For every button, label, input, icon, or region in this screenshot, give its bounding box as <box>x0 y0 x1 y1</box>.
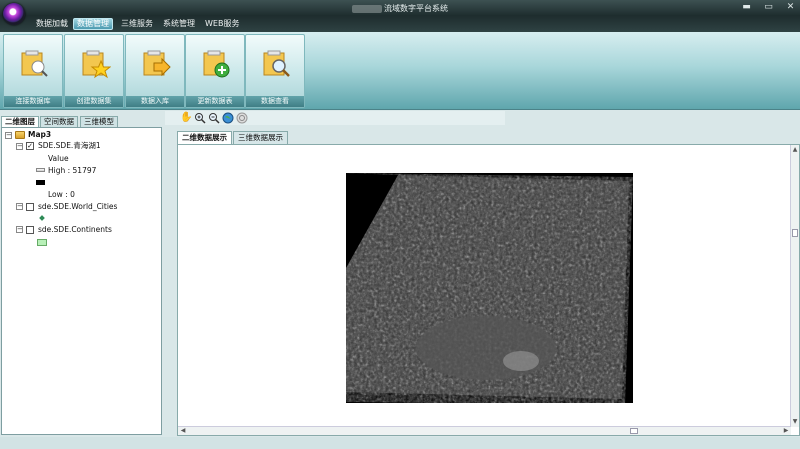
menu-3d-service[interactable]: 三维服务 <box>118 18 156 30</box>
layer-checkbox[interactable]: ✓ <box>26 142 34 150</box>
window-title-area: 流域数字平台系统 <box>0 3 800 14</box>
tab-3d-display[interactable]: 三维数据展示 <box>233 131 288 144</box>
ribbon: 连接数据库 创建数据集 数据入库 更新数据表 数据查看 <box>0 32 800 110</box>
map-node[interactable]: Map3 <box>28 129 51 140</box>
continent-polygon-symbol <box>37 239 47 246</box>
data-import-button[interactable]: 数据入库 <box>125 34 185 108</box>
database-connect-icon <box>21 50 48 77</box>
legend-value-label: Value <box>48 154 69 163</box>
expand-layer-toggle[interactable]: − <box>16 226 23 233</box>
menu-data-manage[interactable]: 数据管理 <box>73 18 113 30</box>
vertical-scroll-thumb[interactable] <box>792 229 798 237</box>
scroll-up-arrow[interactable]: ▲ <box>791 146 799 154</box>
update-table-label: 更新数据表 <box>186 96 244 107</box>
layer-checkbox[interactable] <box>26 226 34 234</box>
status-bar <box>0 437 800 449</box>
tab-3d-models[interactable]: 三维模型 <box>80 116 118 127</box>
menu-web-service[interactable]: WEB服务 <box>202 18 242 30</box>
layer-tabs: 二维图层 空间数据 三维模型 <box>0 116 162 127</box>
scroll-right-arrow[interactable]: ▶ <box>782 427 790 435</box>
update-table-button[interactable]: 更新数据表 <box>185 34 245 108</box>
layer-world-cities[interactable]: sde.SDE.World_Cities <box>38 201 117 212</box>
view-tabs: 二维数据展示 三维数据展示 <box>177 131 577 144</box>
menu-bar: 数据加载 数据管理 三维服务 系统管理 WEB服务 <box>0 16 800 32</box>
refresh-icon[interactable] <box>236 112 248 124</box>
scroll-down-arrow[interactable]: ▼ <box>791 418 799 426</box>
legend-high-swatch <box>36 168 45 172</box>
window-title: 流域数字平台系统 <box>384 4 448 13</box>
app-orb-icon[interactable] <box>3 3 25 25</box>
table-update-icon <box>203 50 230 78</box>
zoom-in-icon[interactable] <box>194 112 206 124</box>
title-bar: 流域数字平台系统 ▬ ▭ ✕ <box>0 0 800 16</box>
data-view-button[interactable]: 数据查看 <box>245 34 305 108</box>
vertical-scrollbar[interactable]: ▲ ▼ <box>790 145 799 427</box>
layer-checkbox[interactable] <box>26 203 34 211</box>
legend-low-label: Low : 0 <box>48 190 75 199</box>
minimize-button[interactable]: ▬ <box>740 2 753 12</box>
layer-continents[interactable]: sde.SDE.Continents <box>38 224 112 235</box>
data-import-label: 数据入库 <box>126 96 184 107</box>
horizontal-scroll-thumb[interactable] <box>630 428 638 434</box>
folder-icon <box>15 131 25 139</box>
data-view-icon <box>263 50 290 77</box>
restore-button[interactable]: ▭ <box>762 2 775 12</box>
expand-layer-toggle[interactable]: − <box>16 143 23 150</box>
expand-map-toggle[interactable]: − <box>5 132 12 139</box>
data-import-icon <box>143 50 171 77</box>
legend-high-label: High : 51797 <box>48 166 97 175</box>
connect-database-label: 连接数据库 <box>4 96 62 107</box>
menu-system-manage[interactable]: 系统管理 <box>160 18 198 30</box>
dataset-create-icon <box>82 50 111 79</box>
raster-image <box>346 173 633 403</box>
tab-2d-layers[interactable]: 二维图层 <box>1 116 39 127</box>
expand-layer-toggle[interactable]: − <box>16 203 23 210</box>
tab-2d-display[interactable]: 二维数据展示 <box>177 131 232 144</box>
horizontal-scrollbar[interactable]: ◀ ▶ <box>178 426 791 435</box>
map-toolbar: ✋ <box>165 111 505 125</box>
pan-hand-icon[interactable]: ✋ <box>180 112 192 124</box>
create-dataset-label: 创建数据集 <box>65 96 123 107</box>
legend-low-swatch <box>36 180 45 185</box>
globe-full-extent-icon[interactable] <box>222 112 234 124</box>
zoom-out-icon[interactable] <box>208 112 220 124</box>
layer-tree-panel: − Map3 − ✓ SDE.SDE.青海湖1 Value High : 517… <box>1 127 162 435</box>
close-button[interactable]: ✕ <box>784 2 797 12</box>
scroll-left-arrow[interactable]: ◀ <box>179 427 187 435</box>
connect-database-button[interactable]: 连接数据库 <box>3 34 63 108</box>
layer-qinghai-lake[interactable]: SDE.SDE.青海湖1 <box>38 140 101 151</box>
city-point-symbol <box>39 215 45 221</box>
data-view-label: 数据查看 <box>246 96 304 107</box>
redacted-label <box>352 4 382 13</box>
map-view[interactable]: ▲ ▼ ◀ ▶ <box>177 144 800 436</box>
tab-spatial-data[interactable]: 空间数据 <box>40 116 78 127</box>
menu-data-load[interactable]: 数据加载 <box>33 18 71 30</box>
create-dataset-button[interactable]: 创建数据集 <box>64 34 124 108</box>
